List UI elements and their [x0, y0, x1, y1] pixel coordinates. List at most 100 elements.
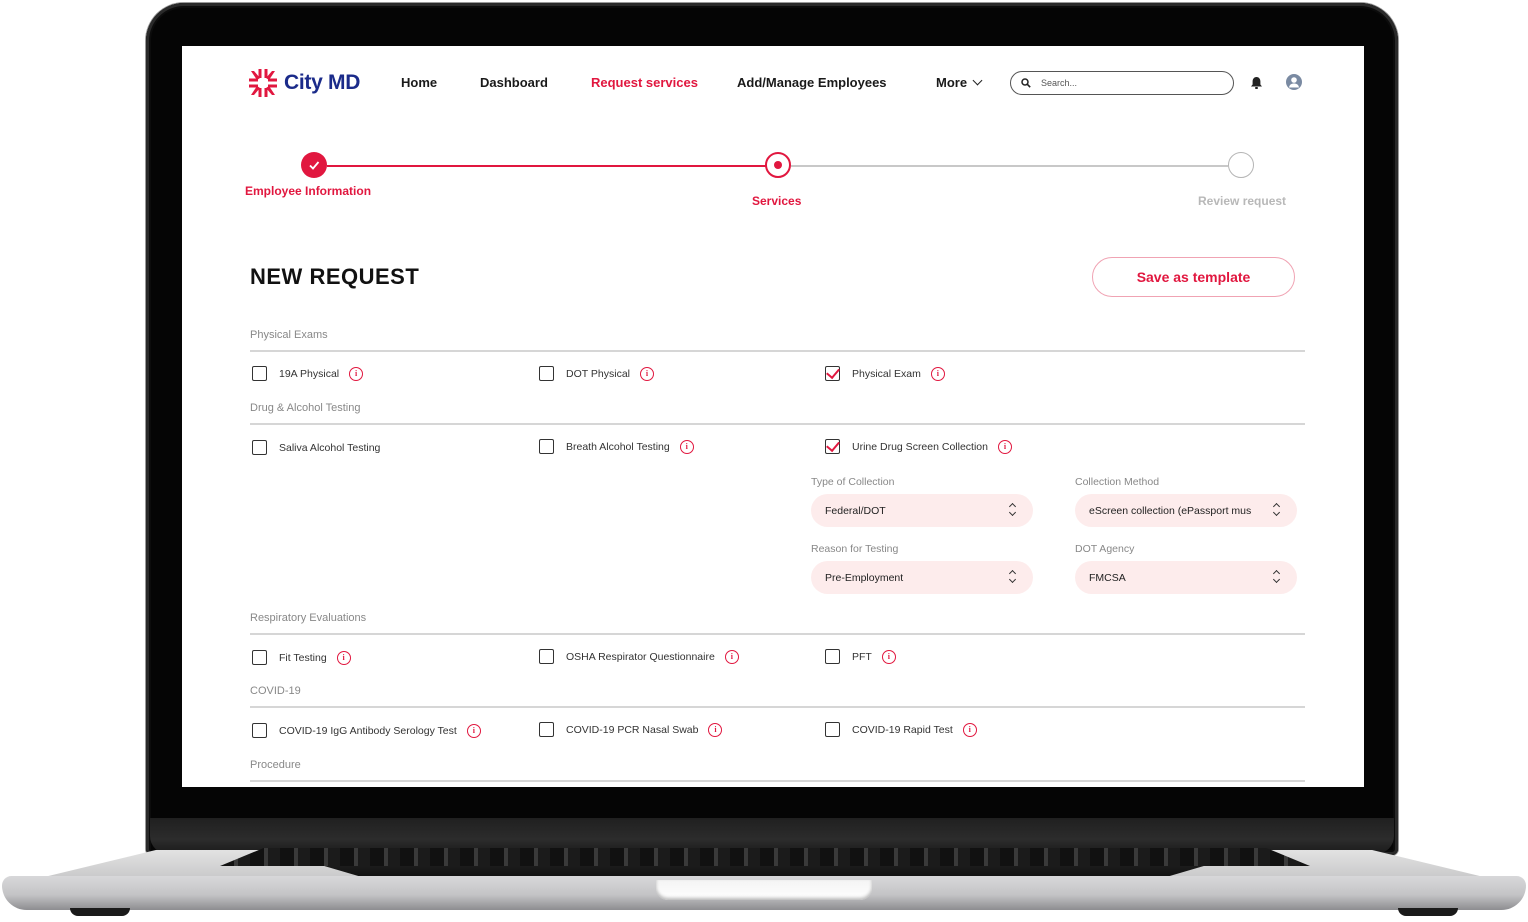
field-label-collection-method: Collection Method [1075, 476, 1160, 488]
option-breath-alcohol-testing[interactable]: Breath Alcohol Testing i [539, 439, 694, 454]
option-label: PFT [852, 650, 872, 663]
step-services[interactable] [765, 152, 791, 178]
option-osha-respirator-questionnaire[interactable]: OSHA Respirator Questionnaire i [539, 649, 739, 664]
option-19a-physical[interactable]: 19A Physical i [252, 366, 364, 381]
checkbox[interactable] [252, 650, 267, 665]
info-icon[interactable]: i [640, 366, 654, 381]
nav-more-label: More [936, 75, 968, 90]
select-reason-for-testing[interactable]: Pre-Employment [811, 561, 1033, 594]
info-icon[interactable]: i [466, 723, 481, 738]
step-label-employee-information: Employee Information [245, 184, 372, 198]
nav-dashboard[interactable]: Dashboard [480, 75, 548, 90]
info-icon[interactable]: i [349, 366, 364, 381]
checkbox[interactable] [539, 722, 554, 737]
checkbox[interactable] [825, 649, 840, 664]
updown-chevron-icon [1272, 569, 1281, 585]
save-as-template-button[interactable]: Save as template [1092, 257, 1295, 297]
step-employee-information[interactable] [301, 152, 327, 178]
field-label-dot-agency: DOT Agency [1075, 543, 1135, 555]
info-icon[interactable]: i [336, 650, 351, 665]
stepper-line-completed [327, 165, 777, 167]
stepper-line-upcoming [791, 165, 1228, 167]
step-review-request[interactable] [1228, 152, 1254, 178]
option-label: Breath Alcohol Testing [566, 440, 670, 453]
bell-icon[interactable] [1250, 76, 1263, 90]
step-label-review-request: Review request [1198, 194, 1287, 208]
updown-chevron-icon [1008, 502, 1017, 518]
section-divider [250, 350, 1305, 352]
option-label: COVID-19 IgG Antibody Serology Test [279, 724, 457, 737]
select-value: FMCSA [1089, 571, 1126, 584]
info-icon[interactable]: i [708, 722, 723, 737]
select-dot-agency[interactable]: FMCSA [1075, 561, 1297, 594]
nav-request-services[interactable]: Request services [591, 75, 698, 90]
search-icon [1021, 78, 1031, 88]
checkbox[interactable] [252, 440, 267, 455]
page-title: NEW REQUEST [250, 264, 420, 289]
field-label-type-of-collection: Type of Collection [811, 476, 895, 488]
step-label-services: Services [752, 194, 802, 208]
select-collection-method[interactable]: eScreen collection (ePassport mus [1075, 494, 1297, 527]
info-icon[interactable]: i [997, 439, 1012, 454]
option-saliva-alcohol-testing[interactable]: Saliva Alcohol Testing [252, 440, 380, 455]
info-icon[interactable]: i [881, 649, 896, 664]
section-label-physical-exams: Physical Exams [250, 329, 328, 341]
checkbox[interactable] [252, 366, 267, 381]
option-label: COVID-19 PCR Nasal Swab [566, 723, 699, 736]
search-box[interactable] [1010, 71, 1234, 95]
info-icon[interactable]: i [962, 722, 977, 737]
user-silhouette-icon [1289, 77, 1299, 88]
select-type-of-collection[interactable]: Federal/DOT [811, 494, 1033, 527]
select-value: Federal/DOT [825, 504, 886, 517]
option-label: Saliva Alcohol Testing [279, 441, 381, 454]
chevron-down-icon [972, 75, 983, 86]
section-label-drug-alcohol-testing: Drug & Alcohol Testing [250, 402, 361, 414]
option-covid-19-pcr-nasal-swab[interactable]: COVID-19 PCR Nasal Swab i [539, 722, 723, 737]
laptop-hinge [220, 848, 1310, 866]
user-avatar-icon[interactable] [1286, 74, 1302, 90]
checkbox-checked[interactable] [825, 366, 840, 381]
info-icon[interactable]: i [724, 649, 739, 664]
top-nav: City MD Home Dashboard Request services … [182, 46, 1364, 126]
laptop-opening-notch [656, 880, 872, 900]
section-label-covid-19: COVID-19 [250, 685, 301, 697]
checkbox[interactable] [825, 722, 840, 737]
option-physical-exam[interactable]: Physical Exam i [825, 366, 945, 381]
option-label: Urine Drug Screen Collection [852, 440, 988, 453]
option-label: DOT Physical [566, 367, 630, 380]
option-pft[interactable]: PFT i [825, 649, 896, 664]
section-divider [250, 780, 1305, 782]
checkbox[interactable] [539, 439, 554, 454]
select-value: eScreen collection (ePassport mus [1089, 504, 1252, 517]
option-label: 19A Physical [279, 367, 340, 380]
updown-chevron-icon [1272, 502, 1281, 518]
option-label: Fit Testing [279, 651, 327, 664]
nav-add-manage-employees[interactable]: Add/Manage Employees [737, 75, 887, 90]
option-urine-drug-screen-collection[interactable]: Urine Drug Screen Collection i [825, 439, 1012, 454]
info-icon[interactable]: i [679, 439, 694, 454]
laptop-foot-left [70, 908, 130, 916]
section-label-respiratory-evaluations: Respiratory Evaluations [250, 612, 367, 624]
checkbox-checked[interactable] [825, 439, 840, 454]
option-label: COVID-19 Rapid Test [852, 723, 953, 736]
option-label: Physical Exam [852, 367, 921, 380]
option-label: OSHA Respirator Questionnaire [566, 650, 715, 663]
brand-logo[interactable]: City MD [248, 68, 360, 98]
search-input[interactable] [1041, 78, 1211, 88]
brand-name: City MD [284, 71, 361, 94]
option-fit-testing[interactable]: Fit Testing i [252, 650, 351, 665]
select-value: Pre-Employment [825, 571, 904, 584]
checkbox[interactable] [252, 723, 267, 738]
checkbox[interactable] [539, 649, 554, 664]
nav-home[interactable]: Home [401, 75, 437, 90]
updown-chevron-icon [1008, 569, 1017, 585]
option-dot-physical[interactable]: DOT Physical i [539, 366, 654, 381]
checkbox[interactable] [539, 366, 554, 381]
option-covid-19-rapid-test[interactable]: COVID-19 Rapid Test i [825, 722, 977, 737]
info-icon[interactable]: i [930, 366, 945, 381]
section-label-procedure: Procedure [250, 759, 301, 771]
section-divider [250, 423, 1305, 425]
progress-stepper: Employee Information Services Review req… [182, 146, 1364, 216]
option-covid-19-igg-antibody-serology-test[interactable]: COVID-19 IgG Antibody Serology Test i [252, 723, 481, 738]
nav-more-dropdown[interactable]: More [936, 75, 983, 90]
